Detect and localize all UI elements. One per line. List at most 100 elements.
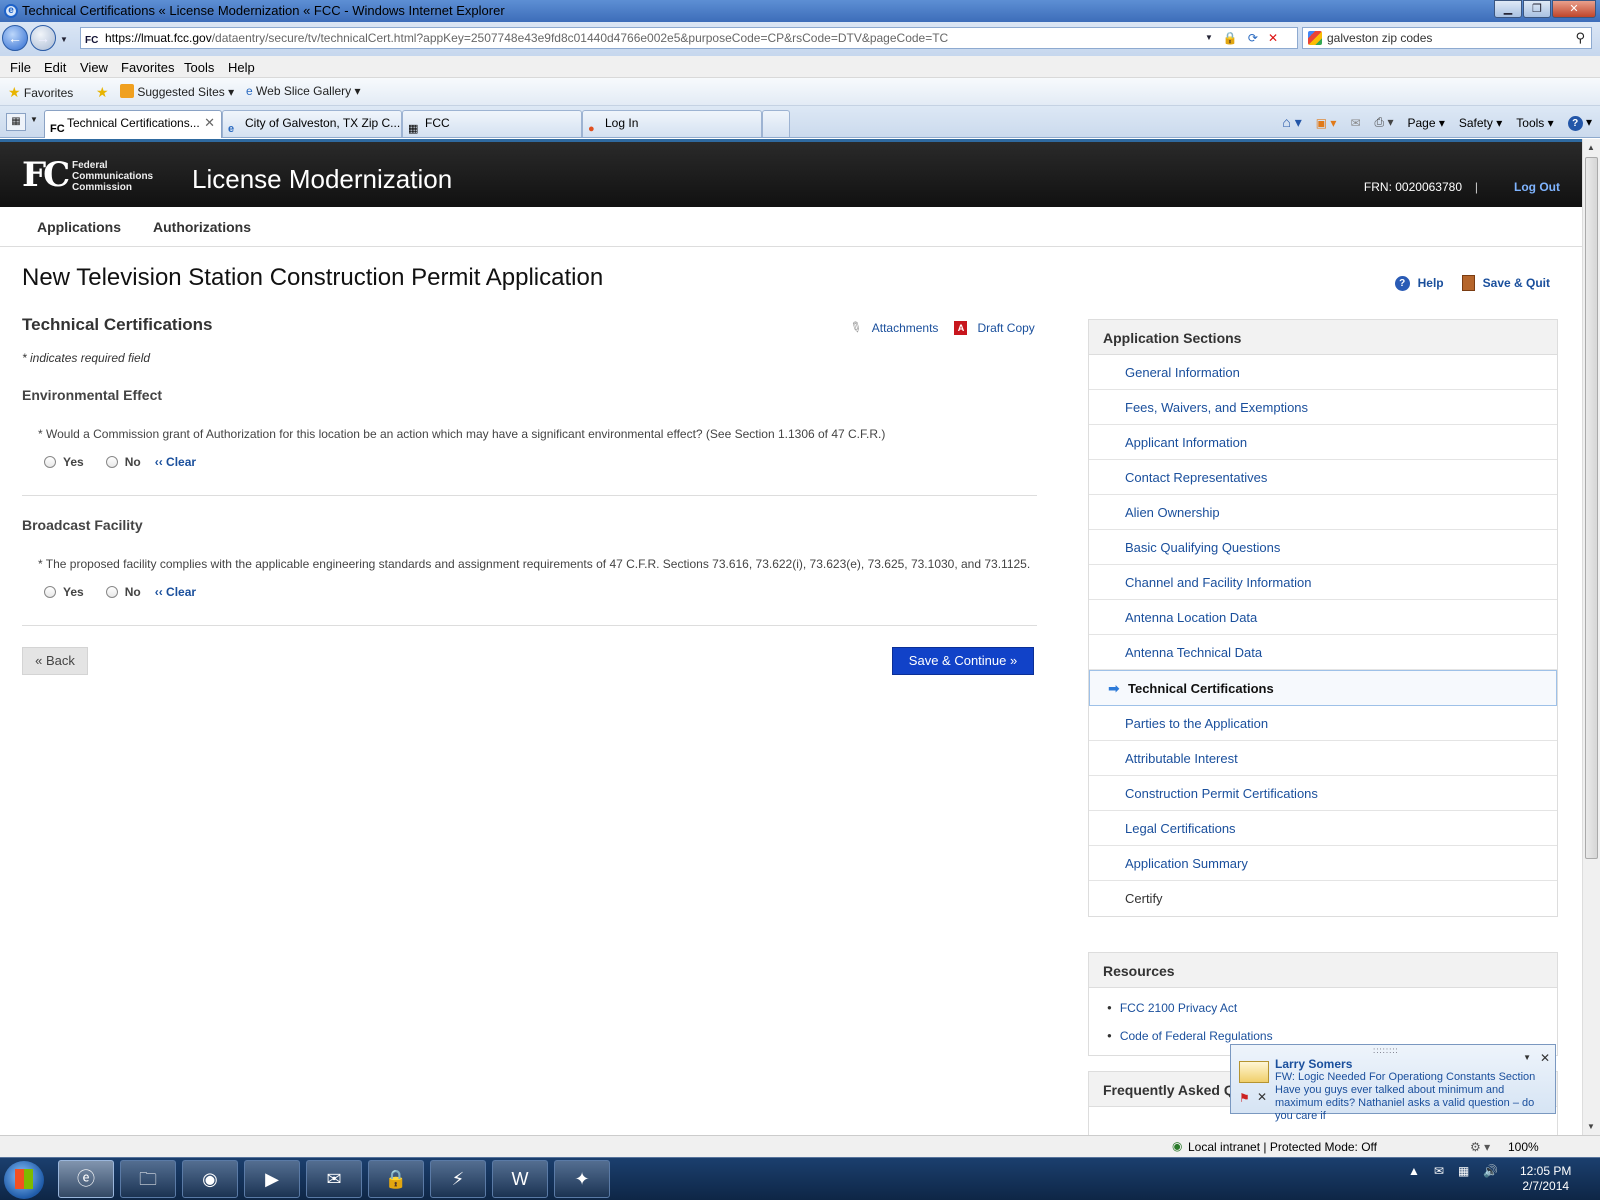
search-magnifier-icon[interactable]: ⚲ — [1575, 28, 1585, 48]
suggested-sites-button[interactable]: Suggested Sites ▾ — [120, 84, 234, 99]
start-button[interactable] — [4, 1161, 44, 1199]
page-scrollbar[interactable]: ▲ ▼ — [1582, 139, 1600, 1135]
zoom-level[interactable]: 100% — [1508, 1140, 1539, 1154]
read-mail-icon[interactable]: ✉ — [1350, 116, 1360, 130]
scroll-thumb[interactable] — [1585, 157, 1598, 859]
help-icon[interactable]: ? — [1394, 275, 1410, 291]
favorites-button[interactable]: ★ Favorites — [8, 84, 73, 101]
nav-applications[interactable]: Applications — [37, 219, 121, 235]
section-link-antenna-location-data[interactable]: Antenna Location Data — [1089, 600, 1557, 635]
env-no-label[interactable]: No — [125, 455, 141, 469]
nav-authorizations[interactable]: Authorizations — [153, 219, 251, 235]
cfr-link[interactable]: Code of Federal Regulations — [1107, 1029, 1273, 1043]
env-no-radio[interactable] — [105, 456, 118, 468]
bf-yes-radio[interactable] — [44, 586, 56, 598]
tab-list-dropdown-icon[interactable]: ▼ — [30, 115, 38, 124]
stop-icon[interactable]: ✕ — [1268, 31, 1278, 45]
taskbar-outlook-icon[interactable]: ✉ — [306, 1160, 362, 1198]
log-out-link[interactable]: Log Out — [1514, 180, 1560, 194]
close-notification-icon[interactable]: ✕ — [1540, 1051, 1550, 1065]
forward-nav-button[interactable]: → — [30, 25, 56, 51]
section-link-contact-representatives[interactable]: Contact Representatives — [1089, 460, 1557, 495]
back-button[interactable]: « Back — [22, 647, 88, 675]
save-quit-link[interactable]: Save & Quit — [1483, 276, 1550, 290]
menu-file[interactable]: File — [10, 60, 31, 75]
add-favorites-icon[interactable]: ★ — [96, 84, 109, 101]
scroll-down-icon[interactable]: ▼ — [1587, 1122, 1595, 1131]
section-link-construction-permit-certifications[interactable]: Construction Permit Certifications — [1089, 776, 1557, 811]
close-tab-icon[interactable]: ✕ — [204, 111, 215, 135]
back-nav-button[interactable]: ← — [2, 25, 28, 51]
section-link-channel-facility-information[interactable]: Channel and Facility Information — [1089, 565, 1557, 600]
section-link-technical-certifications[interactable]: ➡ Technical Certifications — [1089, 670, 1557, 706]
menu-help[interactable]: Help — [228, 60, 255, 75]
tray-mail-icon[interactable]: ✉ — [1434, 1164, 1444, 1178]
env-yes-label[interactable]: Yes — [63, 455, 84, 469]
section-link-fees-waivers[interactable]: Fees, Waivers, and Exemptions — [1089, 390, 1557, 425]
menu-tools[interactable]: Tools — [184, 60, 214, 75]
tab-technical-certifications[interactable]: FC Technical Certifications... ✕ — [44, 110, 222, 138]
taskbar-utility-icon[interactable]: ✦ — [554, 1160, 610, 1198]
bf-yes-label[interactable]: Yes — [63, 585, 84, 599]
notification-menu-icon[interactable]: ▼ — [1523, 1053, 1531, 1062]
tools-menu[interactable]: Tools ▾ — [1516, 116, 1553, 130]
taskbar-chrome-icon[interactable]: ◉ — [182, 1160, 238, 1198]
delete-icon[interactable]: ✕ — [1257, 1090, 1267, 1104]
section-link-basic-qualifying-questions[interactable]: Basic Qualifying Questions — [1089, 530, 1557, 565]
feeds-icon[interactable]: ▣ ▾ — [1316, 116, 1337, 130]
bf-no-label[interactable]: No — [125, 585, 141, 599]
protected-mode-icon[interactable]: ⚙ ▾ — [1470, 1140, 1490, 1154]
scroll-up-icon[interactable]: ▲ — [1587, 143, 1595, 152]
minimize-button[interactable]: ▁ — [1494, 0, 1522, 18]
section-link-alien-ownership[interactable]: Alien Ownership — [1089, 495, 1557, 530]
url-field[interactable]: FC https://lmuat.fcc.gov/dataentry/secur… — [80, 27, 1298, 49]
fcc-logo[interactable]: FC — [22, 158, 70, 192]
tab-log-in[interactable]: ● Log In — [582, 110, 762, 137]
tray-volume-icon[interactable]: 🔊 — [1483, 1164, 1498, 1178]
section-link-parties-to-application[interactable]: Parties to the Application — [1089, 706, 1557, 741]
flag-icon[interactable]: ⚑ — [1239, 1091, 1250, 1105]
taskbar-security-icon[interactable]: 🔒 — [368, 1160, 424, 1198]
bf-clear-link[interactable]: ‹‹ Clear — [155, 585, 196, 599]
quick-tabs-icon[interactable]: ▦ — [6, 113, 26, 131]
lock-icon[interactable]: 🔒 — [1223, 31, 1238, 45]
security-zone[interactable]: Local intranet | Protected Mode: Off — [1188, 1140, 1377, 1154]
tray-network-icon[interactable]: ▦ — [1458, 1164, 1469, 1178]
section-link-applicant-information[interactable]: Applicant Information — [1089, 425, 1557, 460]
paperclip-icon[interactable]: ✎ — [847, 317, 865, 338]
tray-expand-icon[interactable]: ▲ — [1408, 1164, 1420, 1178]
email-preview[interactable]: FW: Logic Needed For Operationg Constant… — [1275, 1071, 1551, 1123]
taskbar-media-player-icon[interactable]: ▶ — [244, 1160, 300, 1198]
tab-galveston-zip[interactable]: e City of Galveston, TX Zip C... — [222, 110, 402, 137]
email-sender[interactable]: Larry Somers — [1275, 1057, 1352, 1071]
system-clock[interactable]: 12:05 PM 2/7/2014 — [1520, 1164, 1571, 1194]
section-link-legal-certifications[interactable]: Legal Certifications — [1089, 811, 1557, 846]
section-link-attributable-interest[interactable]: Attributable Interest — [1089, 741, 1557, 776]
home-icon[interactable]: ⌂ ▾ — [1282, 114, 1301, 131]
url-dropdown-icon[interactable]: ▼ — [1205, 33, 1213, 45]
bf-no-radio[interactable] — [105, 586, 118, 598]
taskbar-network-tool-icon[interactable]: ⚡ — [430, 1160, 486, 1198]
recent-pages-dropdown-icon[interactable]: ▼ — [60, 35, 68, 44]
new-tab-button[interactable] — [762, 110, 790, 137]
privacy-act-link[interactable]: FCC 2100 Privacy Act — [1107, 1001, 1237, 1015]
help-menu[interactable]: ? ▾ — [1567, 115, 1592, 131]
taskbar-explorer-icon[interactable]: 🗀 — [120, 1160, 176, 1198]
web-slice-gallery-button[interactable]: e Web Slice Gallery ▾ — [246, 84, 361, 98]
section-link-antenna-technical-data[interactable]: Antenna Technical Data — [1089, 635, 1557, 670]
env-yes-radio[interactable] — [44, 456, 56, 468]
email-notification[interactable]: :::::::: Larry Somers FW: Logic Needed F… — [1230, 1044, 1556, 1122]
page-menu[interactable]: Page ▾ — [1407, 116, 1444, 130]
help-link[interactable]: Help — [1418, 276, 1444, 290]
refresh-icon[interactable]: ⟳ — [1248, 31, 1258, 45]
maximize-button[interactable]: ❐ — [1523, 0, 1551, 18]
menu-edit[interactable]: Edit — [44, 60, 66, 75]
attachments-link[interactable]: Attachments — [872, 321, 939, 335]
close-window-button[interactable]: ✕ — [1552, 0, 1596, 18]
pdf-icon[interactable]: A — [954, 320, 968, 335]
safety-menu[interactable]: Safety ▾ — [1459, 116, 1502, 130]
section-link-application-summary[interactable]: Application Summary — [1089, 846, 1557, 881]
taskbar-word-icon[interactable]: W — [492, 1160, 548, 1198]
env-clear-link[interactable]: ‹‹ Clear — [155, 455, 196, 469]
taskbar-ie-icon[interactable]: ⓔ — [58, 1160, 114, 1198]
